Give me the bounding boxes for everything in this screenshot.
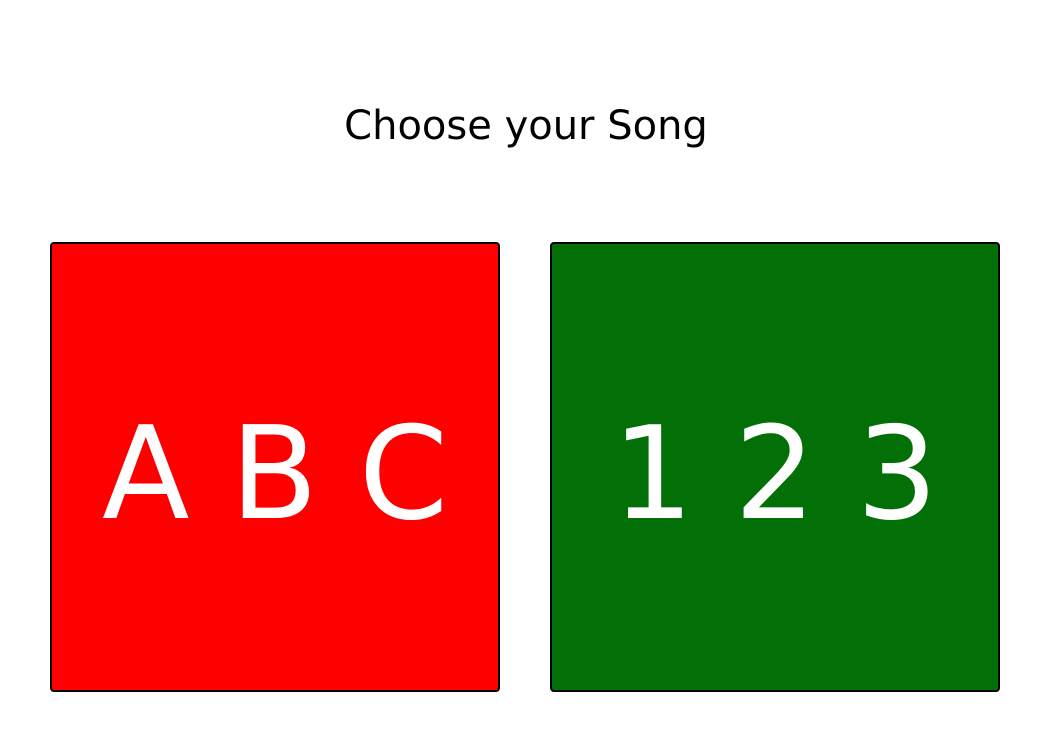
song-button-123[interactable]: 1 2 3 bbox=[550, 242, 1000, 692]
song-label-abc: A B C bbox=[101, 400, 449, 549]
song-button-abc[interactable]: A B C bbox=[50, 242, 500, 692]
song-label-123: 1 2 3 bbox=[612, 400, 938, 549]
page-title: Choose your Song bbox=[344, 103, 708, 149]
